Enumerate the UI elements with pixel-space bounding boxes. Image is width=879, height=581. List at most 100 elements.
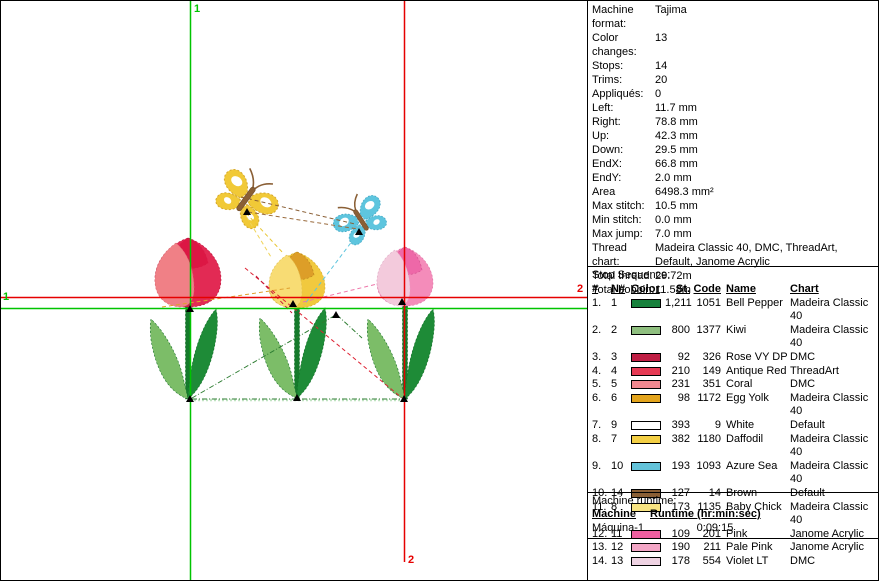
- thread-color-swatch: [631, 557, 661, 566]
- cell-color: [631, 351, 665, 365]
- info-value: Tajima: [655, 3, 879, 31]
- cell-color: [631, 419, 665, 433]
- info-label: Color changes:: [592, 31, 655, 59]
- info-row: Stops:14: [588, 59, 879, 73]
- runtime-rows: Máquina-10:09:15: [592, 522, 780, 535]
- thread-color-swatch: [631, 380, 661, 389]
- info-label: Trims:: [592, 73, 655, 87]
- cell-needle: 10: [611, 460, 631, 487]
- start-point-label-top: 1: [194, 4, 200, 15]
- info-value: 11.7 mm: [655, 101, 879, 115]
- cell-color: [631, 378, 665, 392]
- info-label: Area: [592, 185, 655, 199]
- info-value: 2.0 mm: [655, 171, 879, 185]
- thread-color-swatch: [631, 353, 661, 362]
- cell-stitches: 92: [665, 351, 692, 365]
- col-header-code: Code: [692, 283, 723, 297]
- cell-color: [631, 365, 665, 379]
- cell-color: [631, 541, 665, 555]
- table-row: 8.73821180DaffodilMadeira Classic 40: [592, 433, 876, 460]
- cell-needle: 7: [611, 433, 631, 460]
- cell-stitches: 393: [665, 419, 692, 433]
- col-header-machine: Machine: [592, 508, 650, 521]
- cell-chart: Default: [789, 487, 876, 501]
- info-value: 10.5 mm: [655, 199, 879, 213]
- machine-info-list: Machine format:TajimaColor changes:13Sto…: [588, 3, 879, 297]
- cell-code: 14: [692, 487, 723, 501]
- info-row: Left:11.7 mm: [588, 101, 879, 115]
- cell-thread-name: Bell Pepper: [723, 297, 789, 324]
- cell-chart: Madeira Classic 40: [789, 324, 876, 351]
- cell-thread-name: Antique Red: [723, 365, 789, 379]
- info-value: 0.0 mm: [655, 213, 879, 227]
- cell-stitches: 98: [665, 392, 692, 419]
- info-row: Max jump:7.0 mm: [588, 227, 879, 241]
- cell-chart: Default: [789, 419, 876, 433]
- end-point-label-bottom: 2: [408, 555, 414, 566]
- cell-thread-name: Egg Yolk: [723, 392, 789, 419]
- thread-color-swatch: [631, 421, 661, 430]
- col-header-st: St.: [665, 283, 692, 297]
- cell-stitches: 382: [665, 433, 692, 460]
- cell-seq: 4.: [592, 365, 611, 379]
- thread-color-swatch: [631, 326, 661, 335]
- col-header-seq: #: [592, 283, 611, 297]
- table-row: 7.93939WhiteDefault: [592, 419, 876, 433]
- cell-code: 149: [692, 365, 723, 379]
- cell-stitches: 800: [665, 324, 692, 351]
- info-label: Appliqués:: [592, 87, 655, 101]
- embroidery-design: [0, 0, 587, 581]
- cell-thread-name: Pale Pink: [723, 541, 789, 555]
- cell-code: 211: [692, 541, 723, 555]
- cell-thread-name: Coral: [723, 378, 789, 392]
- info-value: 66.8 mm: [655, 157, 879, 171]
- panel-divider: [587, 0, 588, 581]
- info-row: Trims:20: [588, 73, 879, 87]
- cell-color: [631, 460, 665, 487]
- info-value: 7.0 mm: [655, 227, 879, 241]
- thread-color-swatch: [631, 543, 661, 552]
- table-row: 13.12190211Pale PinkJanome Acrylic: [592, 541, 876, 555]
- info-value: 29.5 mm: [655, 143, 879, 157]
- info-label: Left:: [592, 101, 655, 115]
- info-label: EndY:: [592, 171, 655, 185]
- info-value: 29.72m: [655, 269, 879, 283]
- info-value: 14: [655, 59, 879, 73]
- info-value: 20: [655, 73, 879, 87]
- cell-seq: 8.: [592, 433, 611, 460]
- cell-color: [631, 392, 665, 419]
- cell-stitches: 210: [665, 365, 692, 379]
- cell-machine-name: Máquina-1: [592, 522, 650, 535]
- cell-needle: 9: [611, 419, 631, 433]
- tulip-yellow: [269, 252, 325, 308]
- cell-code: 1180: [692, 433, 723, 460]
- info-label: Up:: [592, 129, 655, 143]
- cell-needle: 6: [611, 392, 631, 419]
- cell-needle: 3: [611, 351, 631, 365]
- table-row: 2.28001377KiwiMadeira Classic 40: [592, 324, 876, 351]
- info-row: EndY:2.0 mm: [588, 171, 879, 185]
- cell-stitches: 1,211: [665, 297, 692, 324]
- cell-needle: 5: [611, 378, 631, 392]
- cell-needle: 2: [611, 324, 631, 351]
- info-row: Machine format:Tajima: [588, 3, 879, 31]
- cell-stitches: 231: [665, 378, 692, 392]
- info-label: Down:: [592, 143, 655, 157]
- info-value: 6498.3 mm²: [655, 185, 879, 199]
- cell-thread-name: White: [723, 419, 789, 433]
- cell-code: 554: [692, 555, 723, 569]
- thread-color-swatch: [631, 462, 661, 471]
- runtime-table-header: Machine Runtime (hr:min:sec): [592, 508, 780, 521]
- cell-seq: 7.: [592, 419, 611, 433]
- table-row: 1.11,2111051Bell PepperMadeira Classic 4…: [592, 297, 876, 324]
- info-label: EndX:: [592, 157, 655, 171]
- cell-chart: Madeira Classic 40: [789, 297, 876, 324]
- info-label: Max stitch:: [592, 199, 655, 213]
- col-header-color: Color: [631, 283, 665, 297]
- cell-seq: 9.: [592, 460, 611, 487]
- info-row: Min stitch:0.0 mm: [588, 213, 879, 227]
- cell-seq: 13.: [592, 541, 611, 555]
- info-label: Min stitch:: [592, 213, 655, 227]
- butterfly-yellow: [208, 158, 288, 235]
- cell-code: 1093: [692, 460, 723, 487]
